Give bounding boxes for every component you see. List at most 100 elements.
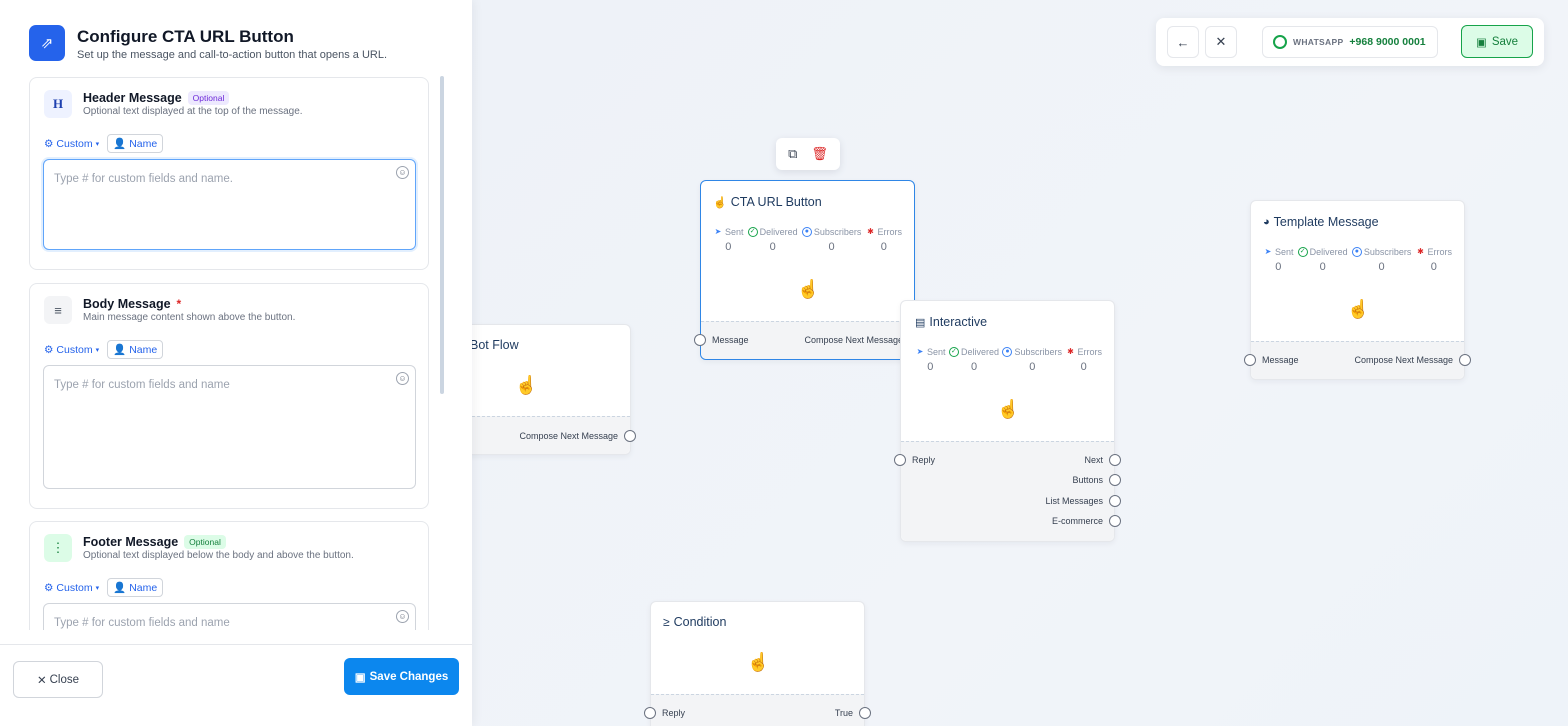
send-icon: ➤: [1264, 247, 1272, 256]
caret-down-icon: ▾: [95, 346, 100, 354]
back-button[interactable]: ←: [1167, 26, 1199, 58]
custom-fields-dropdown[interactable]: ⚙ Custom ▾: [44, 138, 99, 150]
node-bot-flow[interactable]: Bot Flow ☝ Compose Next Message: [472, 324, 636, 455]
save-flow-button[interactable]: ▣ Save: [1461, 25, 1533, 58]
port-list-messages[interactable]: List Messages: [1045, 495, 1121, 507]
hand-pointer-icon: ☝: [747, 652, 770, 672]
footer-message-input[interactable]: Type # for custom fields and name ☺: [43, 603, 416, 630]
stat-subscribers: ● Subscribers 0: [1002, 347, 1062, 373]
emoji-icon[interactable]: ☺: [396, 166, 409, 179]
palette-icon: ◕: [1263, 216, 1270, 228]
config-panel: ⇗ Configure CTA URL Button Set up the me…: [0, 0, 472, 726]
check-circle-icon: ✓: [1297, 247, 1308, 257]
check-circle-icon: ✓: [948, 347, 959, 357]
hand-pointer-icon: ☝: [997, 399, 1020, 419]
output-port[interactable]: [1109, 454, 1121, 466]
hand-pointer-icon: ☝: [515, 375, 538, 395]
gears-icon: ⚙: [44, 343, 54, 356]
save-changes-button[interactable]: ▣ Save Changes: [344, 658, 459, 695]
header-message-input[interactable]: Type # for custom fields and name. ☺: [43, 159, 416, 250]
custom-fields-dropdown[interactable]: ⚙ Custom ▾: [44, 582, 99, 594]
floppy-disk-icon: ▣: [354, 671, 366, 684]
input-port[interactable]: [1244, 354, 1256, 366]
node-template-message[interactable]: ◕ Template Message ➤ Sent 0 ✓ Delivered 0 ● S…: [1244, 200, 1471, 380]
input-placeholder: Type # for custom fields and name: [54, 617, 230, 629]
pointer-icon: ☝: [713, 196, 727, 209]
input-placeholder: Type # for custom fields and name.: [54, 173, 233, 185]
channel-label: WHATSAPP: [1293, 37, 1344, 47]
compress-icon: ✕: [1215, 34, 1227, 49]
channel-phone: +968 9000 0001: [1349, 36, 1426, 48]
input-port[interactable]: [644, 707, 656, 719]
node-cta-url-button[interactable]: ☝ CTA URL Button ➤ Sent 0 ✓ Delivered 0 ● Sub…: [694, 180, 921, 360]
output-port[interactable]: [1109, 515, 1121, 527]
panel-scrollbar[interactable]: [440, 76, 444, 394]
header-message-card: H Header Message Optional Optional text …: [29, 77, 429, 270]
port-compose-next[interactable]: Compose Next Message: [1354, 354, 1471, 366]
output-port[interactable]: [859, 707, 871, 719]
stat-sent: ➤ Sent 0: [916, 347, 946, 373]
close-button[interactable]: ✕ Close: [13, 661, 103, 698]
optional-badge: Optional: [184, 535, 226, 549]
floppy-disk-icon: ▣: [1475, 36, 1487, 49]
port-true[interactable]: True: [835, 707, 871, 719]
input-port[interactable]: [894, 454, 906, 466]
output-port[interactable]: [1459, 354, 1471, 366]
emoji-icon[interactable]: ☺: [396, 610, 409, 623]
heading-icon: H: [44, 90, 72, 118]
node-title: ☝ CTA URL Button: [713, 195, 822, 209]
stat-subscribers: ● Subscribers 0: [801, 227, 861, 253]
panel-scroll-area[interactable]: H Header Message Optional Optional text …: [0, 76, 472, 630]
stat-delivered: ✓ Delivered 0: [948, 347, 999, 373]
emoji-icon[interactable]: ☺: [396, 372, 409, 385]
node-interactive[interactable]: ▤ Interactive ➤ Sent 0 ✓ Delivered 0 ● Subscr…: [894, 300, 1121, 542]
node-stats: ➤ Sent 0 ✓ Delivered 0 ● Subscribers 0 ✱ Errors…: [915, 347, 1102, 373]
node-title: Bot Flow: [472, 338, 519, 352]
port-reply[interactable]: Reply: [894, 454, 935, 466]
stat-sent: ➤ Sent 0: [1264, 247, 1294, 273]
whatsapp-channel-pill[interactable]: WHATSAPP +968 9000 0001: [1262, 26, 1438, 58]
custom-fields-dropdown[interactable]: ⚙ Custom ▾: [44, 344, 99, 356]
node-footer: Message Compose Next Message: [694, 321, 921, 359]
bug-icon: ✱: [1417, 247, 1424, 256]
node-title: ◕ Template Message: [1263, 215, 1379, 229]
node-stats: ➤ Sent 0 ✓ Delivered 0 ● Subscribers 0 ✱ Errors…: [713, 227, 902, 253]
external-link-icon: ⇗: [29, 25, 65, 61]
collapse-button[interactable]: ✕: [1205, 26, 1237, 58]
section-description: Optional text displayed at the top of th…: [83, 106, 303, 117]
stat-errors: ✱ Errors 0: [1417, 247, 1452, 273]
node-footer: Message Compose Next Message: [1244, 341, 1471, 379]
node-action-toolbar: ⧉ 🗑: [776, 138, 840, 170]
port-next[interactable]: Next: [1084, 454, 1121, 466]
port-message[interactable]: Message: [1244, 354, 1299, 366]
close-icon: ✕: [36, 674, 47, 687]
input-port[interactable]: [694, 334, 706, 346]
port-buttons[interactable]: Buttons: [1072, 474, 1121, 486]
stat-errors: ✱ Errors 0: [1067, 347, 1102, 373]
insert-name-chip[interactable]: 👤 Name: [107, 340, 164, 359]
stat-delivered: ✓ Delivered 0: [1297, 247, 1348, 273]
output-port[interactable]: [624, 430, 636, 442]
node-condition[interactable]: ≥ Condition ☝ Reply True: [644, 601, 871, 726]
trash-icon[interactable]: 🗑: [811, 146, 828, 162]
output-port[interactable]: [1109, 474, 1121, 486]
user-icon: 👤: [113, 138, 127, 150]
flow-canvas[interactable]: Bot Flow ☝ Compose Next Message ☝ CTA UR…: [472, 0, 1568, 726]
align-left-icon: ≡: [44, 296, 72, 324]
port-reply[interactable]: Reply: [644, 707, 685, 719]
port-message[interactable]: Message: [694, 334, 749, 346]
footer-message-card: ⋮ Footer Message Optional Optional text …: [29, 521, 429, 630]
input-placeholder: Type # for custom fields and name: [54, 379, 230, 391]
port-ecommerce[interactable]: E-commerce: [1052, 515, 1121, 527]
insert-name-chip[interactable]: 👤 Name: [107, 134, 164, 153]
gears-icon: ⚙: [44, 581, 54, 594]
body-message-input[interactable]: Type # for custom fields and name ☺: [43, 365, 416, 489]
duplicate-icon[interactable]: ⧉: [788, 146, 797, 162]
port-compose-next[interactable]: Compose Next Message: [519, 430, 636, 442]
insert-name-chip[interactable]: 👤 Name: [107, 578, 164, 597]
shoe-prints-icon: ⋮: [44, 534, 72, 562]
node-stats: ➤ Sent 0 ✓ Delivered 0 ● Subscribers 0 ✱ Errors…: [1263, 247, 1452, 273]
node-footer: Reply True: [644, 694, 871, 726]
output-port[interactable]: [1109, 495, 1121, 507]
required-marker: *: [176, 297, 182, 311]
